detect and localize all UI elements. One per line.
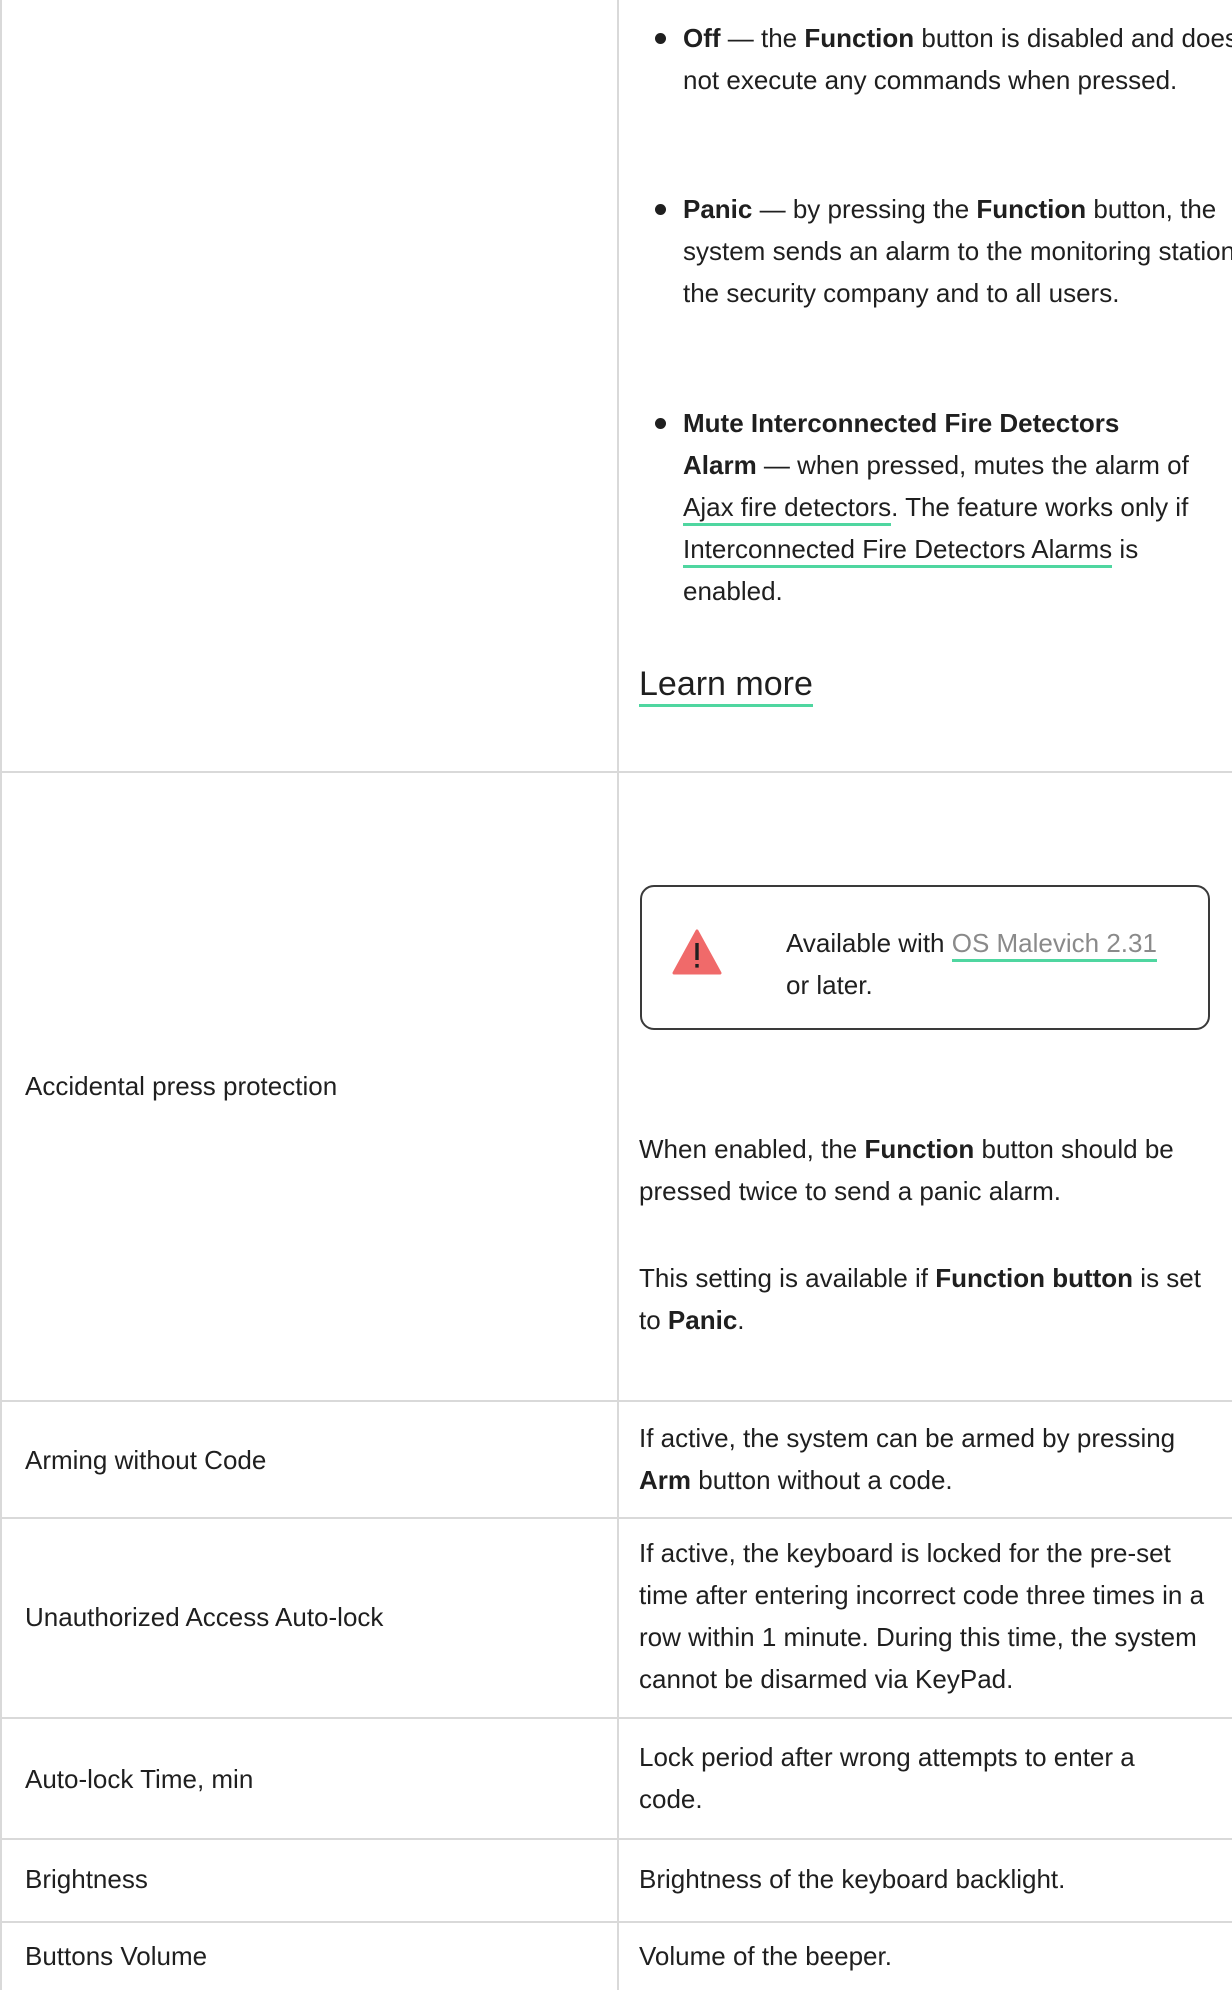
auto-lock-description: If active, the keyboard is locked for th… <box>639 1538 1205 1694</box>
option-name: Panic <box>683 194 753 224</box>
setting-label-arming-without-code: Arming without Code <box>25 1445 267 1475</box>
arming-description: If active, the system can be armed by pr… <box>639 1423 1176 1495</box>
row-divider <box>0 1517 1232 1519</box>
notice-text: Available with OS Malevich 2.31 or later… <box>786 928 1157 1000</box>
table-left-border <box>0 0 2 1990</box>
bullet-dot <box>655 204 666 215</box>
row-divider <box>0 1921 1232 1923</box>
interconnected-alarms-link[interactable]: Interconnected Fire Detectors Alarms <box>683 534 1113 568</box>
bullet-dot <box>655 418 666 429</box>
warning-triangle-icon <box>672 929 722 975</box>
learn-more-link-wrap: Learn more <box>639 662 813 707</box>
learn-more-link[interactable]: Learn more <box>639 665 813 707</box>
setting-label-auto-lock-time: Auto-lock Time, min <box>25 1764 254 1794</box>
row-divider <box>0 1717 1232 1719</box>
row-divider <box>0 1400 1232 1402</box>
notice-callout: Available with OS Malevich 2.31 or later… <box>640 885 1210 1030</box>
list-item-panic: Panic — by pressing the Function button,… <box>655 188 1232 314</box>
setting-label-brightness: Brightness <box>25 1864 148 1894</box>
accidental-description-1: When enabled, the Function button should… <box>639 1134 1174 1206</box>
buttons-volume-description: Volume of the beeper. <box>639 1941 892 1971</box>
setting-label-accidental-press: Accidental press protection <box>25 1071 338 1101</box>
setting-label-auto-lock: Unauthorized Access Auto-lock <box>25 1602 384 1632</box>
row-divider <box>0 1838 1232 1840</box>
option-name: Off <box>683 23 721 53</box>
brightness-description: Brightness of the keyboard backlight. <box>639 1864 1066 1894</box>
os-malevich-link[interactable]: OS Malevich 2.31 <box>951 928 1157 962</box>
row-divider <box>0 771 1232 773</box>
list-item-off: Off — the Function button is disabled an… <box>655 17 1232 101</box>
ajax-fire-detectors-link[interactable]: Ajax fire detectors <box>683 492 892 526</box>
auto-lock-time-description: Lock period after wrong attempts to ente… <box>639 1742 1135 1814</box>
bullet-dot <box>655 33 666 44</box>
table-column-divider <box>617 0 619 1990</box>
accidental-description-2: This setting is available if Function bu… <box>639 1263 1201 1335</box>
setting-label-buttons-volume: Buttons Volume <box>25 1941 208 1971</box>
list-item-mute-fire-alarm: Mute Interconnected Fire Detectors Alarm… <box>655 402 1193 612</box>
